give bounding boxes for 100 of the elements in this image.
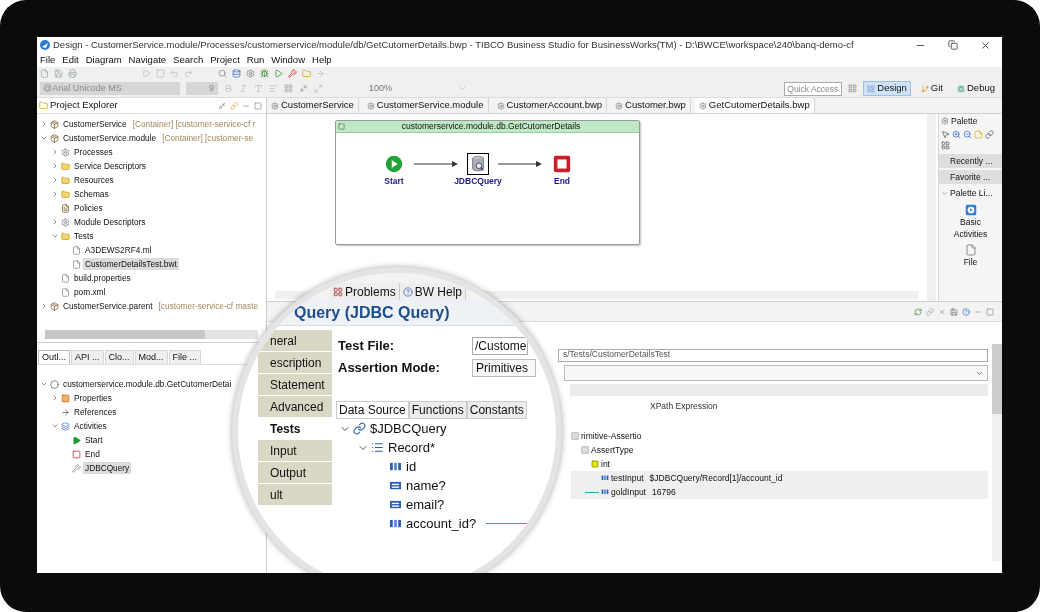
perspective-button[interactable]: Design bbox=[863, 81, 911, 96]
assertion-mode-select[interactable] bbox=[564, 365, 988, 381]
marquee-icon[interactable] bbox=[941, 141, 950, 150]
wrench-icon[interactable] bbox=[288, 69, 297, 78]
maximize-icon[interactable] bbox=[254, 101, 262, 110]
test-file-field[interactable]: s/Tests/CustomerDetailsTest bbox=[558, 349, 988, 362]
maximize-icon[interactable] bbox=[986, 307, 994, 316]
source-tab[interactable]: Constants bbox=[466, 401, 527, 419]
grid-icon[interactable] bbox=[284, 84, 293, 93]
tree-item[interactable]: Start bbox=[83, 433, 105, 447]
tree-item[interactable]: CustomerDetailsTest.bwt bbox=[83, 257, 179, 271]
source-tab[interactable]: Functions bbox=[408, 401, 467, 419]
panel-tab[interactable]: Clo... bbox=[104, 350, 134, 364]
font-color-icon[interactable] bbox=[254, 84, 263, 93]
tree-item[interactable]: A3DEWS2RF4.ml bbox=[83, 243, 154, 257]
remove-icon[interactable] bbox=[938, 307, 946, 316]
tree-item[interactable]: account_id? bbox=[404, 513, 479, 534]
tree-item[interactable]: References bbox=[72, 405, 119, 419]
collapse-icon[interactable] bbox=[299, 84, 308, 93]
tree-item[interactable]: AssertType bbox=[591, 443, 634, 457]
quick-access-field[interactable]: Quick Access bbox=[784, 81, 843, 96]
align-icon[interactable] bbox=[269, 84, 278, 93]
side-tab[interactable]: Advanced bbox=[258, 396, 332, 417]
italic-icon[interactable] bbox=[239, 84, 248, 93]
note-icon[interactable] bbox=[974, 130, 983, 139]
link-icon[interactable] bbox=[985, 130, 994, 139]
chevron-right-icon[interactable] bbox=[51, 394, 59, 402]
expand-icon[interactable] bbox=[314, 84, 323, 93]
tree-item[interactable]: Policies bbox=[72, 201, 105, 215]
tree-item[interactable]: CustomerService bbox=[61, 117, 129, 131]
bold-icon[interactable] bbox=[224, 84, 233, 93]
chevron-right-icon[interactable] bbox=[51, 190, 59, 198]
perspective-button[interactable]: Git bbox=[916, 81, 947, 96]
menu-item[interactable]: Edit bbox=[62, 52, 79, 68]
test-file-field[interactable]: /Custome bbox=[472, 337, 528, 355]
chevron-right-icon[interactable] bbox=[40, 120, 48, 128]
menu-item[interactable]: Help bbox=[312, 52, 332, 68]
menu-item[interactable]: Project bbox=[210, 52, 240, 68]
arrow-icon[interactable] bbox=[316, 69, 325, 78]
folder-icon[interactable] bbox=[302, 69, 311, 78]
vertical-scrollbar[interactable] bbox=[927, 114, 936, 301]
menu-item[interactable]: Diagram bbox=[85, 52, 122, 68]
save-icon[interactable] bbox=[950, 307, 958, 316]
tree-item[interactable]: Service Descriptors bbox=[72, 159, 148, 173]
zoom-out-icon[interactable] bbox=[963, 130, 972, 139]
collapse-all-icon[interactable] bbox=[218, 101, 226, 110]
panel-tab[interactable]: Project Explorer bbox=[50, 98, 118, 113]
palette-section[interactable]: Favorite ... bbox=[939, 170, 1002, 184]
zoom-level[interactable]: 100% bbox=[369, 81, 393, 96]
tree-item[interactable]: customerservice.module.db.GetCutomerDetai bbox=[61, 377, 234, 391]
play-icon[interactable] bbox=[142, 69, 151, 78]
chevron-down-icon[interactable] bbox=[40, 134, 48, 142]
new-file-icon[interactable] bbox=[40, 69, 49, 78]
save-icon[interactable] bbox=[54, 69, 63, 78]
palette-item[interactable]: Basic Activities bbox=[945, 216, 996, 240]
database-icon[interactable] bbox=[467, 153, 489, 175]
panel-tab[interactable]: Problems bbox=[330, 283, 400, 300]
bug-icon[interactable] bbox=[260, 69, 269, 78]
tree-item[interactable]: name? bbox=[404, 475, 448, 496]
tree-item[interactable]: End bbox=[83, 447, 102, 461]
search-icon[interactable] bbox=[218, 69, 227, 78]
tree-item[interactable]: Activities bbox=[72, 419, 109, 433]
stop-icon[interactable] bbox=[551, 153, 573, 175]
horizontal-scrollbar[interactable] bbox=[45, 330, 258, 339]
menu-item[interactable]: Run bbox=[246, 52, 265, 68]
settings-icon[interactable] bbox=[246, 69, 255, 78]
side-tab[interactable]: Input bbox=[258, 440, 332, 461]
chevron-down-icon[interactable] bbox=[40, 380, 48, 388]
tree-item[interactable]: JDBCQuery bbox=[83, 461, 132, 475]
panel-tab[interactable]: Outl... bbox=[38, 350, 70, 364]
tree-item[interactable]: Resources bbox=[72, 173, 116, 187]
palette-section[interactable]: Recently ... bbox=[939, 154, 1002, 168]
restore-icon[interactable] bbox=[948, 40, 958, 50]
chevron-down-icon[interactable] bbox=[51, 422, 59, 430]
menu-item[interactable]: Navigate bbox=[128, 52, 167, 68]
tree-item[interactable]: CustomerService.module bbox=[61, 131, 159, 145]
tree-item[interactable]: Processes bbox=[72, 145, 115, 159]
tree-item[interactable]: $JDBCQuery bbox=[368, 418, 449, 439]
menu-item[interactable]: Window bbox=[271, 52, 305, 68]
perspective-button[interactable]: Debug bbox=[953, 81, 999, 96]
palette-item[interactable]: File bbox=[945, 256, 996, 268]
side-tab[interactable]: ult bbox=[258, 484, 332, 505]
chevron-right-icon[interactable] bbox=[51, 176, 59, 184]
editor-tab[interactable]: GetCutomerDetails.bwp bbox=[694, 98, 815, 113]
tree-item[interactable]: Module Descriptors bbox=[72, 215, 148, 229]
tree-item[interactable]: rimitive-Assertio bbox=[581, 429, 642, 443]
tree-item[interactable]: pom.xml bbox=[72, 285, 108, 299]
side-tab[interactable]: Statement bbox=[258, 374, 332, 395]
chevron-right-icon[interactable] bbox=[40, 302, 48, 310]
tree-item[interactable]: Record* bbox=[386, 437, 437, 458]
menu-item[interactable]: File bbox=[40, 52, 56, 68]
panel-tab[interactable]: API ... bbox=[71, 350, 104, 364]
start-icon[interactable] bbox=[383, 153, 405, 175]
refresh-icon[interactable] bbox=[914, 307, 922, 316]
panel-tab[interactable]: Mod... bbox=[134, 350, 168, 364]
link-icon[interactable] bbox=[926, 307, 934, 316]
side-tab[interactable]: escription bbox=[258, 352, 332, 373]
collapse-icon[interactable] bbox=[338, 123, 345, 130]
open-perspective-icon[interactable] bbox=[848, 84, 858, 93]
tree-item[interactable]: CustomerService.parent bbox=[61, 299, 155, 313]
